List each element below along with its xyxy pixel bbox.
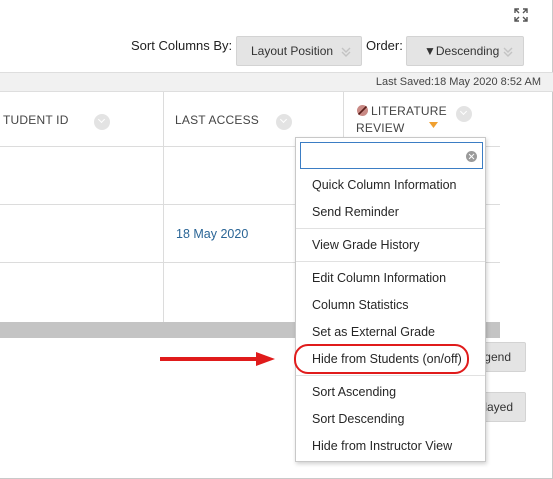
menu-separator (296, 261, 485, 262)
column-header-student-id[interactable]: TUDENT ID (3, 113, 69, 127)
menu-item-edit-column-information[interactable]: Edit Column Information (312, 271, 446, 285)
displayed-button[interactable]: layed (482, 392, 526, 422)
sort-columns-select[interactable]: Layout Position (236, 36, 362, 66)
order-select[interactable]: ▼Descending (406, 36, 524, 66)
column-header-literature-review-line2[interactable]: REVIEW (356, 121, 405, 135)
last-saved-bar: Last Saved:18 May 2020 8:52 AM (0, 72, 553, 92)
order-value: ▼Descending (424, 44, 500, 58)
menu-search-input[interactable] (300, 142, 483, 169)
column-menu-button[interactable] (94, 114, 110, 130)
menu-item-sort-descending[interactable]: Sort Descending (312, 412, 404, 426)
column-menu-button[interactable] (456, 106, 472, 122)
chevron-down-icon (341, 47, 351, 57)
column-context-menu: Quick Column Information Send Reminder V… (295, 137, 486, 462)
column-menu-button[interactable] (276, 114, 292, 130)
column-divider (163, 92, 164, 322)
menu-item-set-as-external-grade[interactable]: Set as External Grade (312, 325, 435, 339)
sort-columns-label: Sort Columns By: (131, 38, 233, 53)
menu-item-view-grade-history[interactable]: View Grade History (312, 238, 419, 252)
annotation-arrow (160, 352, 275, 366)
sort-indicator-icon (429, 122, 438, 128)
menu-item-send-reminder[interactable]: Send Reminder (312, 205, 399, 219)
menu-item-hide-from-instructor-view[interactable]: Hide from Instructor View (312, 439, 452, 453)
chevron-down-icon (503, 47, 513, 57)
column-header-literature-review-line1[interactable]: LITERATURE (371, 104, 447, 118)
legend-button-label: gend (484, 350, 511, 364)
displayed-button-label: layed (484, 400, 513, 414)
last-saved-text: Last Saved:18 May 2020 8:52 AM (375, 76, 541, 88)
hidden-column-icon (357, 105, 368, 116)
order-label: Order: (366, 38, 403, 53)
expand-icon[interactable] (513, 7, 529, 23)
legend-button[interactable]: gend (482, 342, 526, 372)
menu-item-quick-column-information[interactable]: Quick Column Information (312, 178, 457, 192)
clear-icon[interactable] (466, 151, 477, 162)
column-header-last-access[interactable]: LAST ACCESS (175, 113, 259, 127)
menu-item-column-statistics[interactable]: Column Statistics (312, 298, 409, 312)
sort-columns-value: Layout Position (251, 44, 334, 58)
menu-separator (296, 375, 485, 376)
menu-separator (296, 228, 485, 229)
menu-item-sort-ascending[interactable]: Sort Ascending (312, 385, 396, 399)
annotation-highlight-ellipse (294, 344, 469, 374)
last-access-link[interactable]: 18 May 2020 (176, 227, 248, 241)
